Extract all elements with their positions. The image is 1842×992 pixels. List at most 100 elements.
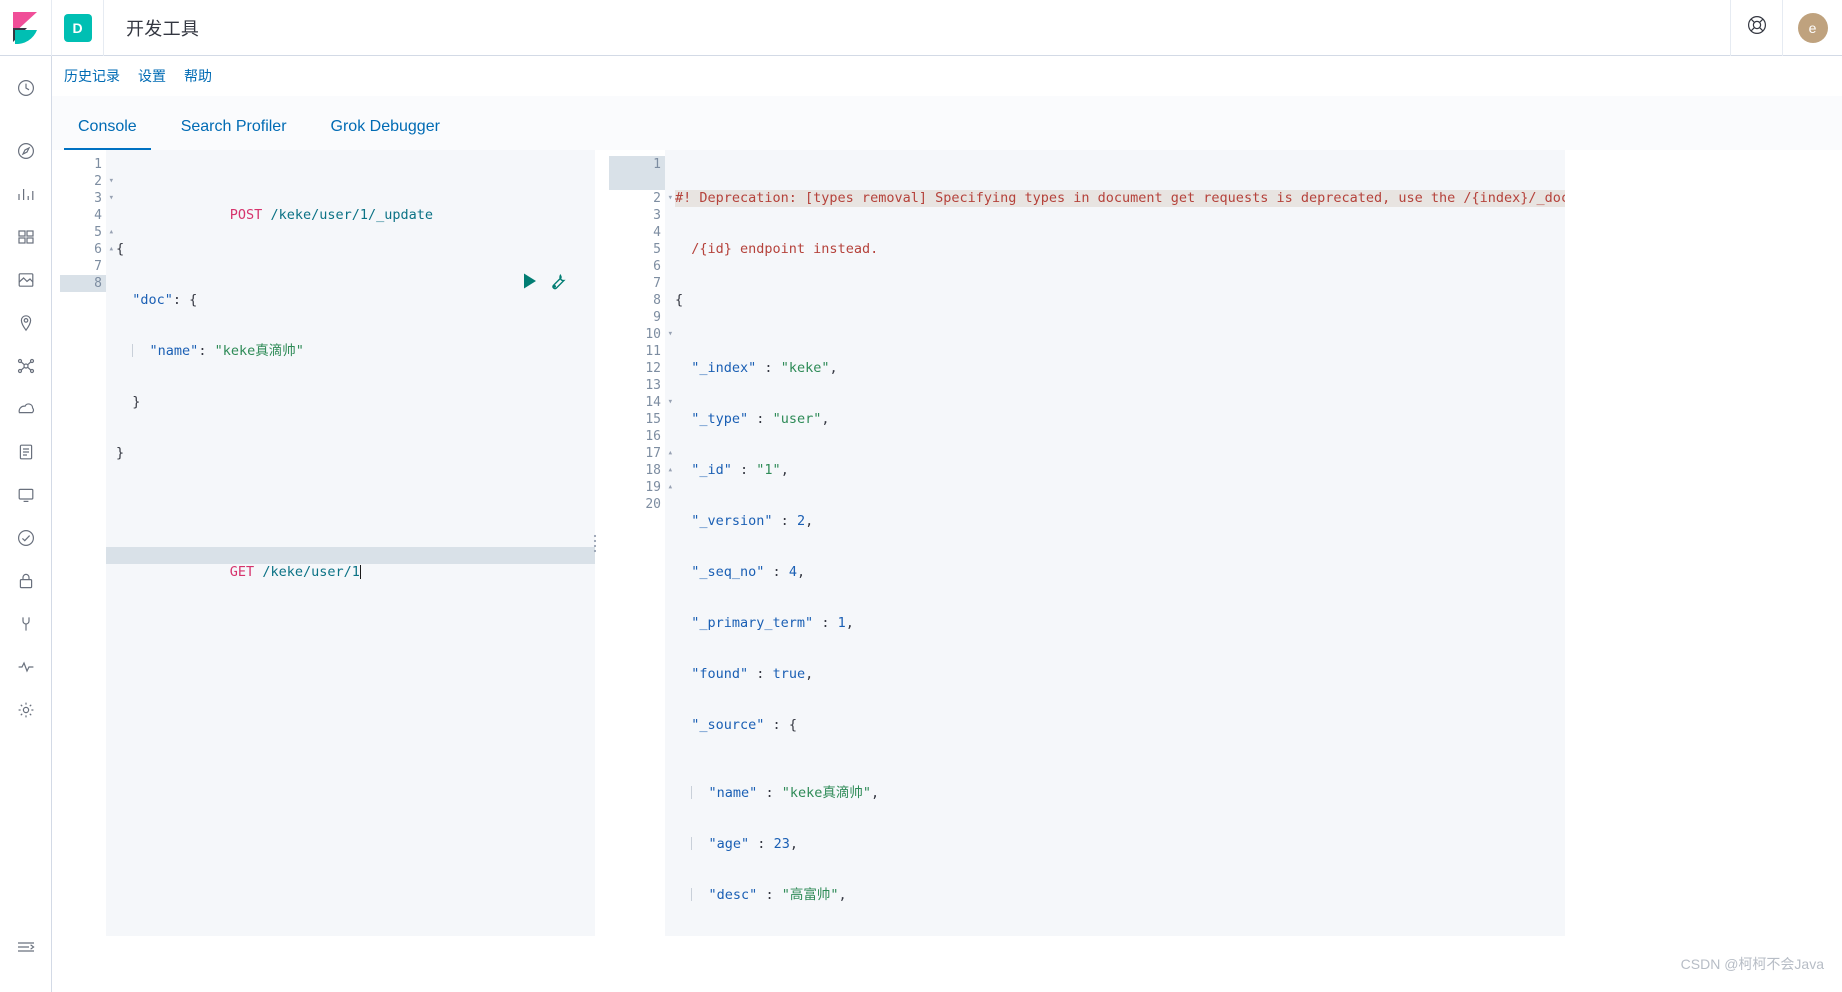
line-number: 5 ▴ <box>60 224 114 241</box>
json-key: "_seq_no" <box>691 564 765 580</box>
json-tail: , <box>780 462 789 478</box>
line-number-text: 20 <box>645 497 661 512</box>
deprecation-warning-line-1: #! Deprecation: [types removal] Specifyi… <box>675 190 1565 207</box>
line-number-text: 4 <box>94 208 102 223</box>
line-number: 7 <box>60 258 106 275</box>
line-number: 20 <box>609 496 665 513</box>
kibana-dev-tools-page: D 开发工具 e 历史记录 设置 帮助 Console Search Profi… <box>0 0 1842 992</box>
line-number-text: 17 <box>645 446 661 461</box>
tab-grok-debugger[interactable]: Grok Debugger <box>317 118 454 150</box>
line-number: 6 ▴ <box>60 241 114 258</box>
apm-icon <box>17 486 35 504</box>
code-line: "_seq_no" : 4, <box>675 564 1565 581</box>
line-number-text: 5 <box>653 242 661 257</box>
sidebar-item-monitoring[interactable] <box>0 645 52 688</box>
tab-console[interactable]: Console <box>64 118 151 150</box>
json-sep: : <box>772 513 797 529</box>
kibana-home-link[interactable] <box>0 0 52 56</box>
help-button[interactable] <box>1730 0 1782 56</box>
sidebar-item-logs[interactable] <box>0 430 52 473</box>
json-sep: : <box>731 462 757 478</box>
deprecation-warning-text: #! Deprecation: [types removal] Specifyi… <box>675 190 1565 206</box>
line-number: 18 ▴ <box>609 462 673 479</box>
sidebar-item-canvas[interactable] <box>0 258 52 301</box>
request-editor[interactable]: 1 2 ▾ 3 ▾ 4 5 ▴ 6 ▴ 7 8 POST /keke/user/1/_u… <box>60 150 595 936</box>
line-number: 2 ▾ <box>60 173 114 190</box>
logs-icon <box>17 443 35 461</box>
monitoring-icon <box>17 658 35 676</box>
line-number-wrap <box>609 173 665 190</box>
sidebar-item-dev-tools[interactable] <box>0 602 52 645</box>
line-number: 8 <box>60 275 106 292</box>
main-content: 历史记录 设置 帮助 Console Search Profiler Grok … <box>52 56 1842 992</box>
tab-search-profiler[interactable]: Search Profiler <box>167 118 301 150</box>
line-number-text: 8 <box>94 276 102 291</box>
gear-icon <box>17 701 35 719</box>
sidebar-item-infrastructure[interactable] <box>0 387 52 430</box>
header-left-group: D 开发工具 <box>0 0 199 56</box>
code-line: "_source" : { <box>675 717 1565 734</box>
sidebar-item-machine-learning[interactable] <box>0 344 52 387</box>
line-number-text: 11 <box>645 344 661 359</box>
code-line: "_id" : "1", <box>675 462 1565 479</box>
code-line: "_primary_term" : 1, <box>675 615 1565 632</box>
sidebar-item-siem[interactable] <box>0 559 52 602</box>
response-code: #! Deprecation: [types removal] Specifyi… <box>665 150 1565 936</box>
line-number: 10 ▾ <box>609 326 673 343</box>
canvas-icon <box>17 271 35 289</box>
line-number: 11 <box>609 343 665 360</box>
sidebar-item-management[interactable] <box>0 688 52 731</box>
send-request-button[interactable] <box>522 272 538 295</box>
response-viewer-wrap: 1 2 ▾ 3 4 5 6 7 8 9 10 ▾ 11 12 13 14 ▾ 1… <box>609 150 1565 936</box>
deprecation-warning-text: /{id} endpoint instead. <box>691 241 879 257</box>
sidebar-item-apm[interactable] <box>0 473 52 516</box>
user-menu-button[interactable]: e <box>1782 0 1842 56</box>
json-value: true <box>772 666 806 682</box>
sidebar-item-discover[interactable] <box>0 129 52 172</box>
pane-splitter[interactable] <box>588 150 602 936</box>
json-sep: : <box>813 615 838 631</box>
code-line: "name" : "keke真滴帅", <box>675 785 1565 802</box>
json-sep: : <box>757 887 782 903</box>
sidebar-item-maps[interactable] <box>0 301 52 344</box>
sidebar-item-dashboard[interactable] <box>0 215 52 258</box>
json-value: 23 <box>773 836 790 852</box>
avatar: e <box>1797 12 1828 43</box>
code-line: "_type" : "user", <box>675 411 1565 428</box>
json-sep: : <box>748 411 773 427</box>
menu-link-help[interactable]: 帮助 <box>184 66 212 86</box>
visualize-icon <box>17 185 35 203</box>
code-text: } <box>116 445 125 461</box>
top-header-bar: D 开发工具 e <box>0 0 1842 56</box>
code-line: "desc" : "高富帅", <box>675 887 1565 904</box>
request-code[interactable]: POST /keke/user/1/_update { "doc": { "na… <box>106 150 595 936</box>
sidebar-item-uptime[interactable] <box>0 516 52 559</box>
menu-link-history[interactable]: 历史记录 <box>64 66 120 86</box>
code-line: "_index" : "keke", <box>675 360 1565 377</box>
line-number: 1 <box>60 156 106 173</box>
line-number: 5 <box>609 241 665 258</box>
json-value: { <box>788 717 797 733</box>
line-number-text: 3 <box>653 208 661 223</box>
line-number-text: 6 <box>94 242 102 257</box>
sidebar-item-visualize[interactable] <box>0 172 52 215</box>
code-line: } <box>116 445 595 462</box>
sidebar-item-recently-viewed[interactable] <box>0 66 52 109</box>
json-key: "_type" <box>691 411 749 427</box>
json-sep: : <box>764 564 789 580</box>
menu-link-settings[interactable]: 设置 <box>138 66 166 86</box>
collapse-nav-button[interactable] <box>0 925 52 968</box>
dashboard-icon <box>17 228 35 246</box>
json-value: "user" <box>772 411 822 427</box>
response-viewer[interactable]: 1 2 ▾ 3 4 5 6 7 8 9 10 ▾ 11 12 13 14 ▾ 1… <box>609 150 1565 936</box>
play-icon <box>524 273 536 289</box>
request-actions-button[interactable] <box>549 273 567 296</box>
code-line: } <box>116 394 595 411</box>
recently-viewed-icon <box>17 79 35 97</box>
json-value: "keke真滴帅" <box>781 785 871 801</box>
dev-tools-icon <box>17 615 35 633</box>
json-key: "_index" <box>691 360 757 376</box>
